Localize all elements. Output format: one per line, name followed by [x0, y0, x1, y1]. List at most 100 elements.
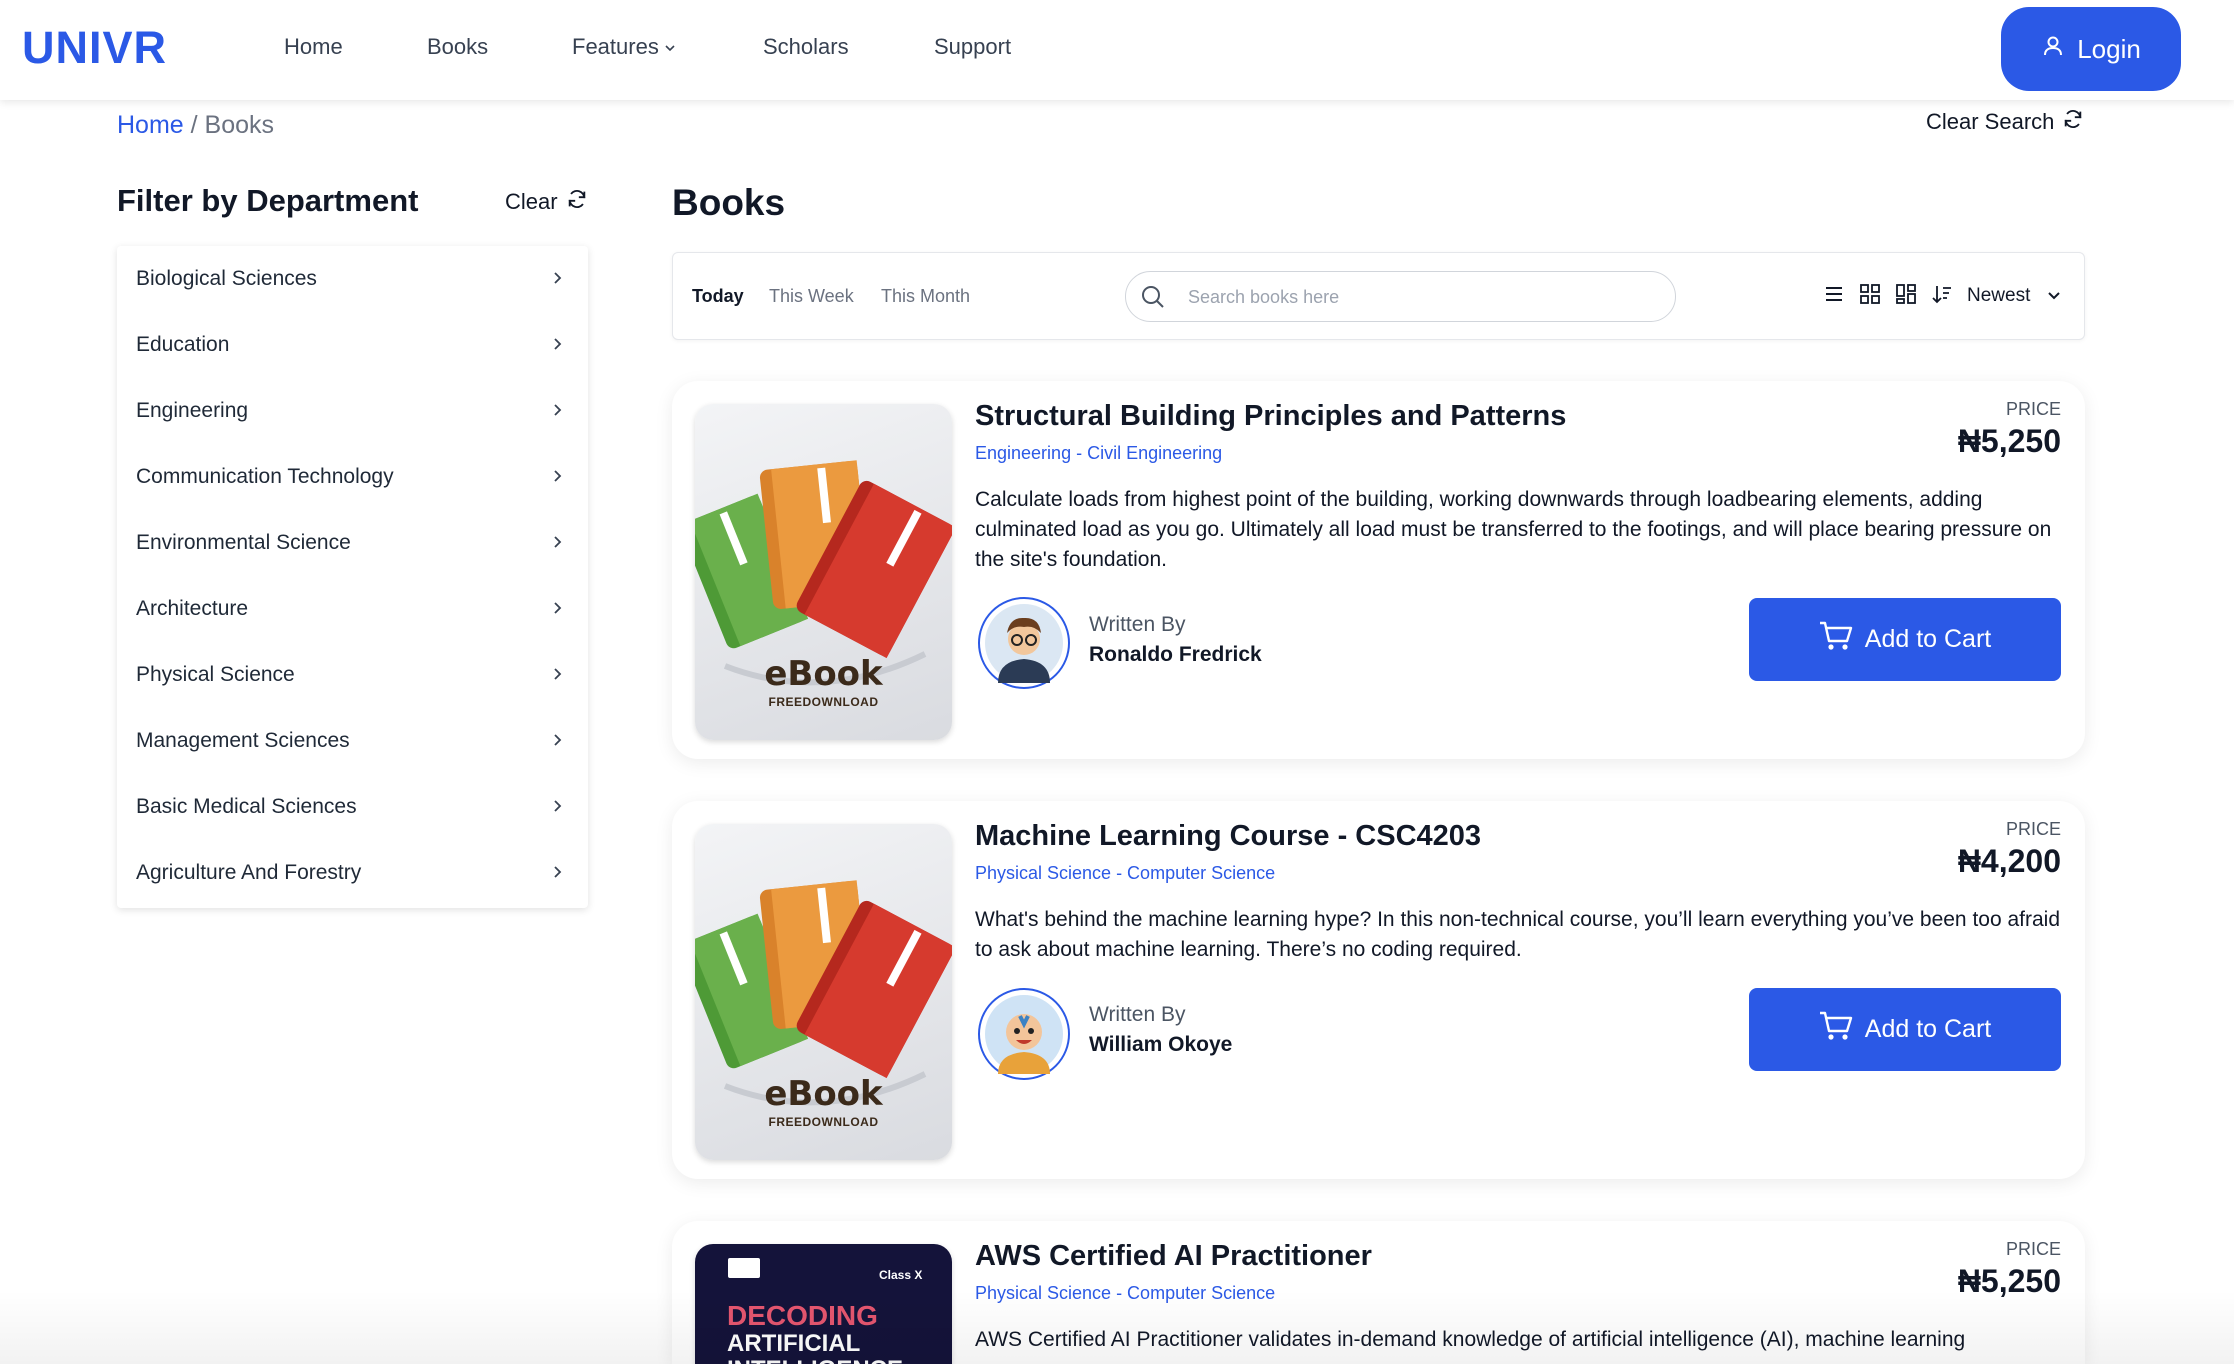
department-label: Communication Technology	[136, 465, 394, 488]
department-item[interactable]: Basic Medical Sciences	[117, 774, 588, 840]
refresh-icon	[566, 188, 588, 216]
chevron-down-icon[interactable]	[2045, 287, 2063, 310]
chevron-right-icon	[550, 861, 564, 885]
clear-search-button[interactable]: Clear Search	[1926, 108, 2084, 136]
book-title[interactable]: Structural Building Principles and Patte…	[975, 400, 1566, 433]
book-price: ₦5,250	[1957, 423, 2061, 459]
nav-scholars[interactable]: Scholars	[763, 34, 849, 60]
filter-clear-button[interactable]: Clear	[505, 188, 588, 216]
book-cover-image[interactable]: eBook FREEDOWNLOAD	[695, 824, 952, 1160]
add-to-cart-label: Add to Cart	[1864, 1015, 1992, 1043]
chevron-right-icon	[550, 663, 564, 687]
price-label: PRICE	[2005, 819, 2061, 839]
cover-title-line2: ARTIFICIAL	[727, 1330, 861, 1357]
department-label: Environmental Science	[136, 531, 351, 554]
logo[interactable]: UNIVR	[22, 22, 167, 74]
department-item[interactable]: Engineering	[117, 378, 588, 444]
book-price: ₦5,250	[1957, 1263, 2061, 1299]
breadcrumb-separator: /	[190, 111, 198, 139]
publisher-logo	[728, 1258, 760, 1278]
filter-title: Filter by Department	[117, 183, 419, 218]
author-avatar[interactable]	[978, 597, 1070, 689]
sort-icon[interactable]	[1931, 283, 1953, 310]
top-navbar: UNIVR Home Books Features Scholars Suppo…	[0, 0, 2234, 100]
breadcrumb-current: Books	[204, 111, 275, 139]
cover-free-download-text: FREEDOWNLOAD	[768, 1115, 879, 1129]
login-label: Login	[2077, 33, 2141, 64]
book-description: What's behind the machine learning hype?…	[975, 908, 2060, 961]
department-item[interactable]: Architecture	[117, 576, 588, 642]
book-department[interactable]: Engineering - Civil Engineering	[975, 443, 1222, 464]
cover-ebook-text: eBook	[764, 1074, 883, 1114]
author-name[interactable]: William Okoye	[1089, 1033, 1232, 1057]
chevron-right-icon	[550, 597, 564, 621]
book-description: Calculate loads from highest point of th…	[975, 488, 2052, 571]
price-label: PRICE	[2005, 1239, 2061, 1259]
login-button[interactable]: Login	[2001, 7, 2181, 91]
author-avatar[interactable]	[978, 988, 1070, 1080]
nav-features[interactable]: Features	[572, 34, 677, 61]
filter-clear-label: Clear	[505, 189, 558, 214]
search-icon	[1140, 284, 1166, 315]
book-title[interactable]: AWS Certified AI Practitioner	[975, 1240, 1372, 1273]
add-to-cart-label: Add to Cart	[1864, 625, 1992, 653]
department-item[interactable]: Agriculture And Forestry	[117, 840, 588, 906]
tab-this-month[interactable]: This Month	[881, 286, 970, 307]
list-view-icon[interactable]	[1823, 283, 1845, 310]
department-label: Engineering	[136, 399, 249, 422]
chevron-right-icon	[550, 465, 564, 489]
tab-this-week[interactable]: This Week	[769, 286, 854, 307]
masonry-view-icon[interactable]	[1895, 283, 1917, 310]
author-name[interactable]: Ronaldo Fredrick	[1089, 643, 1262, 667]
nav-home[interactable]: Home	[284, 34, 343, 60]
clear-search-label: Clear Search	[1926, 109, 2055, 134]
department-item[interactable]: Communication Technology	[117, 444, 588, 510]
written-by-label: Written By	[1089, 1003, 1186, 1026]
sort-select[interactable]: Newest	[1967, 285, 2030, 307]
chevron-right-icon	[550, 729, 564, 753]
book-department[interactable]: Physical Science - Computer Science	[975, 1283, 1275, 1304]
chevron-right-icon	[550, 267, 564, 291]
page-title: Books	[672, 182, 786, 223]
search-input[interactable]	[1188, 282, 1648, 312]
add-to-cart-button[interactable]: Add to Cart	[1749, 988, 2061, 1071]
department-item[interactable]: Education	[117, 312, 588, 378]
department-label: Agriculture And Forestry	[136, 861, 362, 884]
book-cover-image[interactable]: Class X DECODING ARTIFICIAL INTELLIGENCE	[695, 1244, 952, 1364]
tab-today[interactable]: Today	[692, 286, 744, 307]
cart-icon	[1819, 620, 1853, 659]
user-icon	[2041, 34, 2065, 65]
cover-title-line3: INTELLIGENCE	[727, 1356, 903, 1364]
department-item[interactable]: Environmental Science	[117, 510, 588, 576]
department-item[interactable]: Biological Sciences	[117, 246, 588, 312]
book-description: AWS Certified AI Practitioner validates …	[975, 1328, 1966, 1351]
nav-support[interactable]: Support	[934, 34, 1011, 60]
book-title[interactable]: Machine Learning Course - CSC4203	[975, 820, 1481, 853]
nav-features-label: Features	[572, 34, 659, 59]
chevron-right-icon	[550, 531, 564, 555]
book-department[interactable]: Physical Science - Computer Science	[975, 863, 1275, 884]
book-card[interactable]: eBook FREEDOWNLOAD Structural Building P…	[672, 381, 2085, 759]
department-item[interactable]: Physical Science	[117, 642, 588, 708]
nav-books[interactable]: Books	[427, 34, 488, 60]
price-label: PRICE	[2005, 399, 2061, 419]
department-item[interactable]: Management Sciences	[117, 708, 588, 774]
department-label: Physical Science	[136, 663, 295, 686]
chevron-right-icon	[550, 399, 564, 423]
cover-free-download-text: FREEDOWNLOAD	[768, 695, 879, 709]
written-by-label: Written By	[1089, 613, 1186, 636]
book-card[interactable]: Class X DECODING ARTIFICIAL INTELLIGENCE…	[672, 1221, 2085, 1364]
cover-title-line1: DECODING	[727, 1300, 878, 1331]
department-label: Basic Medical Sciences	[136, 795, 357, 818]
search-box	[1125, 271, 1676, 322]
book-cover-image[interactable]: eBook FREEDOWNLOAD	[695, 404, 952, 740]
book-card[interactable]: eBook FREEDOWNLOAD Machine Learning Cour…	[672, 801, 2085, 1179]
chevron-right-icon	[550, 795, 564, 819]
grid-view-icon[interactable]	[1859, 283, 1881, 310]
cart-icon	[1819, 1010, 1853, 1049]
chevron-right-icon	[550, 333, 564, 357]
department-list: Biological Sciences Education Engineerin…	[117, 246, 588, 908]
breadcrumb-home[interactable]: Home	[117, 111, 184, 139]
department-label: Education	[136, 333, 230, 356]
add-to-cart-button[interactable]: Add to Cart	[1749, 598, 2061, 681]
